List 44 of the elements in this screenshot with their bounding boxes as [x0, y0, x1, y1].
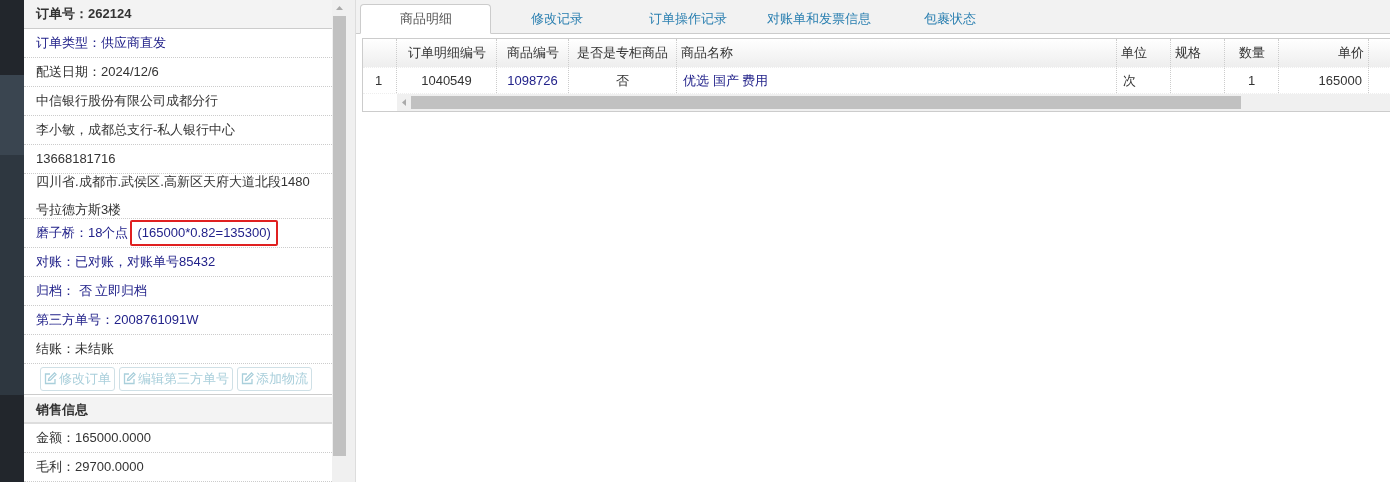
order-info-text: 配送日期：2024/12/6 [36, 62, 159, 81]
table-cell-link[interactable]: 1098726 [497, 68, 569, 93]
table-cell-link[interactable]: 优选 国产 费用 [677, 68, 1117, 93]
section-title: 销售信息 [24, 396, 332, 424]
edit-icon [123, 372, 136, 386]
edit-icon [241, 372, 254, 386]
order-info-link[interactable]: 第三方单号：2008761091W [36, 305, 199, 334]
sales-info-text: 金额：165000.0000 [36, 429, 151, 448]
column-header: 规格 [1171, 39, 1225, 67]
column-header: 商品名称 [677, 39, 1117, 67]
column-header: 订单明细编号 [397, 39, 497, 67]
order-info-text: 中信银行股份有限公司成都分行 [36, 91, 218, 110]
tab[interactable]: 包裹状态 [884, 4, 1015, 34]
table-cell: 1040549 [397, 68, 497, 93]
order-info-link[interactable]: 磨子桥：18个点 [36, 218, 129, 247]
order-info-text: 李小敏，成都总支行-私人银行中心 [36, 120, 236, 139]
order-info-link[interactable]: 对账：已对账，对账单号85432 [36, 247, 216, 276]
edit-icon [44, 372, 57, 386]
column-header: 单位 [1117, 39, 1171, 67]
order-info-link[interactable]: 归档： 否 立即归档 [36, 276, 148, 305]
tab[interactable]: 商品明细 [360, 4, 491, 34]
column-header: 是否是专柜商品 [569, 39, 677, 67]
table-cell: 1 [1225, 68, 1279, 93]
table-cell: 否 [569, 68, 677, 93]
order-info-text: 13668181716 [36, 149, 116, 168]
sales-info-text: 毛利：29700.0000 [36, 458, 144, 477]
tab[interactable]: 订单操作记录 [622, 4, 753, 34]
order-info-text: 四川省.成都市.武侯区.高新区天府大道北段1480号拉德方斯3楼 [36, 172, 311, 219]
column-header: 数量 [1225, 39, 1279, 67]
scrollbar-thumb[interactable] [411, 96, 1241, 109]
tab[interactable]: 修改记录 [491, 4, 622, 34]
order-number-title: 订单号：262124 [24, 0, 332, 29]
table-cell: 165000 [1279, 68, 1369, 93]
column-header: 商品编号 [497, 39, 569, 67]
table-cell: 次 [1117, 68, 1171, 93]
scroll-up-icon[interactable] [336, 6, 343, 10]
scroll-left-icon[interactable] [402, 99, 406, 106]
column-header: 单价 [1279, 39, 1369, 67]
scrollbar-thumb[interactable] [333, 16, 346, 456]
highlight-note: (165000*0.82=135300) [130, 219, 278, 246]
tab[interactable]: 对账单和发票信息 [753, 4, 884, 34]
order-info-text: 结账：未结账 [36, 339, 114, 358]
order-info-link[interactable]: 订单类型：供应商直发 [36, 28, 166, 57]
row-number: 1 [363, 68, 397, 93]
